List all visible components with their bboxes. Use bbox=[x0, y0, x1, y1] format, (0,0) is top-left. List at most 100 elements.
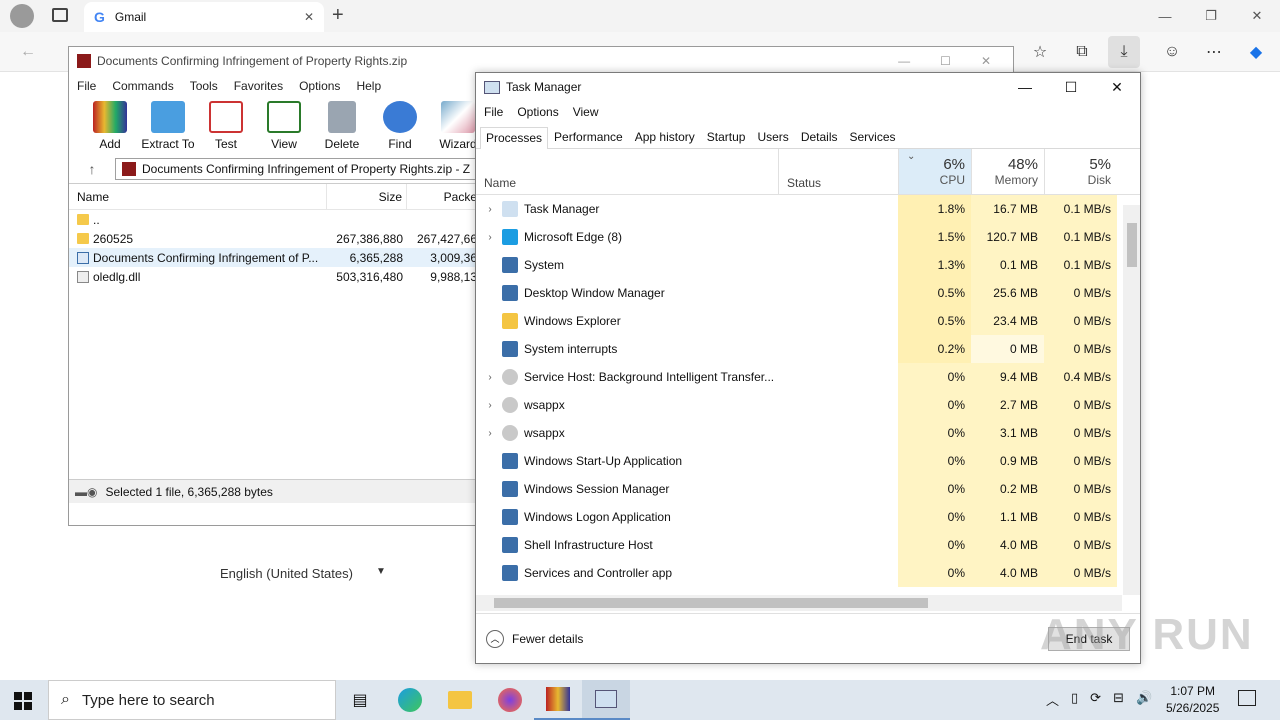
process-row[interactable]: System 1.3% 0.1 MB 0.1 MB/s bbox=[476, 251, 1140, 279]
maximize-icon[interactable]: ☐ bbox=[1048, 79, 1094, 96]
task-view-icon[interactable]: ▤ bbox=[336, 680, 384, 720]
collections-icon[interactable]: ⧉ bbox=[1066, 36, 1098, 68]
tab-users[interactable]: Users bbox=[751, 126, 794, 148]
col-memory[interactable]: 48% Memory bbox=[971, 149, 1044, 194]
minimize-icon[interactable]: — bbox=[1002, 79, 1048, 96]
col-name[interactable]: Name bbox=[476, 149, 778, 194]
tab-performance[interactable]: Performance bbox=[548, 126, 629, 148]
tab-startup[interactable]: Startup bbox=[701, 126, 752, 148]
expand-chevron-icon[interactable]: › bbox=[482, 204, 498, 215]
process-row[interactable]: › Service Host: Background Intelligent Tr… bbox=[476, 363, 1140, 391]
up-arrow-icon[interactable]: ↑ bbox=[77, 161, 107, 177]
battery-icon[interactable]: ▯ bbox=[1071, 690, 1078, 709]
process-name-cell: › wsappx bbox=[476, 425, 778, 441]
minimize-icon[interactable]: — bbox=[1142, 0, 1188, 32]
process-row[interactable]: Windows Session Manager 0% 0.2 MB 0 MB/s bbox=[476, 475, 1140, 503]
menu-help[interactable]: Help bbox=[356, 79, 381, 93]
maximize-icon[interactable]: ☐ bbox=[940, 54, 951, 68]
process-row[interactable]: › Task Manager 1.8% 16.7 MB 0.1 MB/s bbox=[476, 195, 1140, 223]
task-manager-taskbar-icon[interactable] bbox=[582, 680, 630, 720]
find-button[interactable]: Find bbox=[371, 97, 429, 155]
test-button[interactable]: Test bbox=[197, 97, 255, 155]
file-size: 267,386,880 bbox=[336, 231, 403, 246]
file-explorer-icon[interactable] bbox=[436, 680, 484, 720]
fewer-details-button[interactable]: ︿ Fewer details bbox=[486, 629, 583, 648]
copilot-icon[interactable]: ◆ bbox=[1240, 36, 1272, 68]
scroll-thumb[interactable] bbox=[1127, 223, 1137, 267]
task-manager-icon bbox=[484, 80, 500, 94]
edge-icon[interactable] bbox=[386, 680, 434, 720]
downloads-icon[interactable]: ⤓ bbox=[1108, 36, 1140, 68]
clock[interactable]: 1:07 PM 5/26/2025 bbox=[1166, 683, 1219, 717]
firefox-icon[interactable] bbox=[486, 680, 534, 720]
language-selector[interactable]: English (United States) bbox=[220, 566, 353, 581]
tab-gmail[interactable]: G Gmail ✕ bbox=[84, 2, 324, 32]
close-icon[interactable]: ✕ bbox=[1094, 79, 1140, 96]
scroll-thumb[interactable] bbox=[494, 598, 928, 608]
extensions-icon[interactable]: ☺ bbox=[1156, 36, 1188, 68]
process-row[interactable]: Services and Controller app 0% 4.0 MB 0 MB/… bbox=[476, 559, 1140, 587]
network-icon[interactable]: ⊟ bbox=[1113, 690, 1124, 709]
process-row[interactable]: Windows Explorer 0.5% 23.4 MB 0 MB/s bbox=[476, 307, 1140, 335]
process-row[interactable]: › wsappx 0% 2.7 MB 0 MB/s bbox=[476, 391, 1140, 419]
process-row[interactable]: › Microsoft Edge (8) 1.5% 120.7 MB 0.1 MB/s bbox=[476, 223, 1140, 251]
back-icon[interactable]: ← bbox=[12, 36, 44, 68]
tab-processes[interactable]: Processes bbox=[480, 127, 549, 149]
menu-tools[interactable]: Tools bbox=[190, 79, 218, 93]
expand-chevron-icon[interactable]: › bbox=[482, 428, 498, 439]
start-icon[interactable] bbox=[14, 692, 32, 710]
chevron-up-icon[interactable]: ︿ bbox=[1046, 690, 1059, 709]
menu-commands[interactable]: Commands bbox=[112, 79, 173, 93]
horizontal-scrollbar[interactable] bbox=[476, 595, 1122, 611]
close-icon[interactable]: ✕ bbox=[1234, 0, 1280, 32]
tab-details[interactable]: Details bbox=[795, 126, 844, 148]
close-icon[interactable]: ✕ bbox=[981, 54, 991, 68]
menu-view[interactable]: View bbox=[573, 105, 599, 119]
close-tab-icon[interactable]: ✕ bbox=[304, 10, 314, 24]
expand-chevron-icon[interactable]: › bbox=[482, 372, 498, 383]
restore-icon[interactable]: ❐ bbox=[1188, 0, 1234, 32]
process-disk: 0 MB/s bbox=[1044, 279, 1117, 307]
process-row[interactable]: Windows Start-Up Application 0% 0.9 MB 0 MB… bbox=[476, 447, 1140, 475]
process-row[interactable]: Desktop Window Manager 0.5% 25.6 MB 0 MB/s bbox=[476, 279, 1140, 307]
add-button[interactable]: Add bbox=[81, 97, 139, 155]
more-icon[interactable]: ⋯ bbox=[1198, 36, 1230, 68]
new-tab-button[interactable]: + bbox=[332, 4, 344, 27]
process-row[interactable]: Shell Infrastructure Host 0% 4.0 MB 0 MB/s bbox=[476, 531, 1140, 559]
col-packed[interactable]: Packe bbox=[407, 184, 477, 210]
col-disk[interactable]: 5% Disk bbox=[1044, 149, 1117, 194]
expand-chevron-icon[interactable]: › bbox=[482, 232, 498, 243]
favorites-icon[interactable]: ☆ bbox=[1024, 36, 1056, 68]
process-row[interactable]: Windows Logon Application 0% 1.1 MB 0 MB/s bbox=[476, 503, 1140, 531]
taskbar-search[interactable]: ⌕ Type here to search bbox=[48, 680, 336, 720]
extract-to-button[interactable]: Extract To bbox=[139, 97, 197, 155]
col-size[interactable]: Size bbox=[327, 183, 407, 210]
volume-icon[interactable]: 🔊 bbox=[1136, 690, 1152, 709]
minimize-icon[interactable]: — bbox=[898, 54, 910, 68]
menu-file[interactable]: File bbox=[484, 105, 503, 119]
delete-button[interactable]: Delete bbox=[313, 97, 371, 155]
tab-services[interactable]: Services bbox=[844, 126, 902, 148]
vertical-scrollbar[interactable] bbox=[1123, 205, 1140, 595]
tab-app-history[interactable]: App history bbox=[629, 126, 701, 148]
tab-actions-icon[interactable] bbox=[52, 8, 68, 22]
menu-options[interactable]: Options bbox=[299, 79, 340, 93]
col-name[interactable]: Name bbox=[69, 183, 327, 210]
col-cpu[interactable]: ⌄ 6% CPU bbox=[898, 149, 971, 194]
app-icon bbox=[502, 201, 518, 217]
process-row[interactable]: System interrupts 0.2% 0 MB 0 MB/s bbox=[476, 335, 1140, 363]
menu-file[interactable]: File bbox=[77, 79, 96, 93]
process-row[interactable]: › wsappx 0% 3.1 MB 0 MB/s bbox=[476, 419, 1140, 447]
trash-icon bbox=[328, 101, 356, 133]
chevron-down-icon[interactable]: ▼ bbox=[376, 566, 386, 577]
file-size: 6,365,288 bbox=[349, 250, 403, 265]
winrar-taskbar-icon[interactable] bbox=[534, 680, 582, 720]
notification-icon[interactable] bbox=[1238, 690, 1256, 706]
profile-avatar[interactable] bbox=[10, 4, 34, 28]
menu-options[interactable]: Options bbox=[517, 105, 558, 119]
expand-chevron-icon[interactable]: › bbox=[482, 400, 498, 411]
menu-favorites[interactable]: Favorites bbox=[234, 79, 283, 93]
view-button[interactable]: View bbox=[255, 97, 313, 155]
col-status[interactable]: Status bbox=[778, 149, 898, 194]
update-icon[interactable]: ⟳ bbox=[1090, 690, 1101, 709]
